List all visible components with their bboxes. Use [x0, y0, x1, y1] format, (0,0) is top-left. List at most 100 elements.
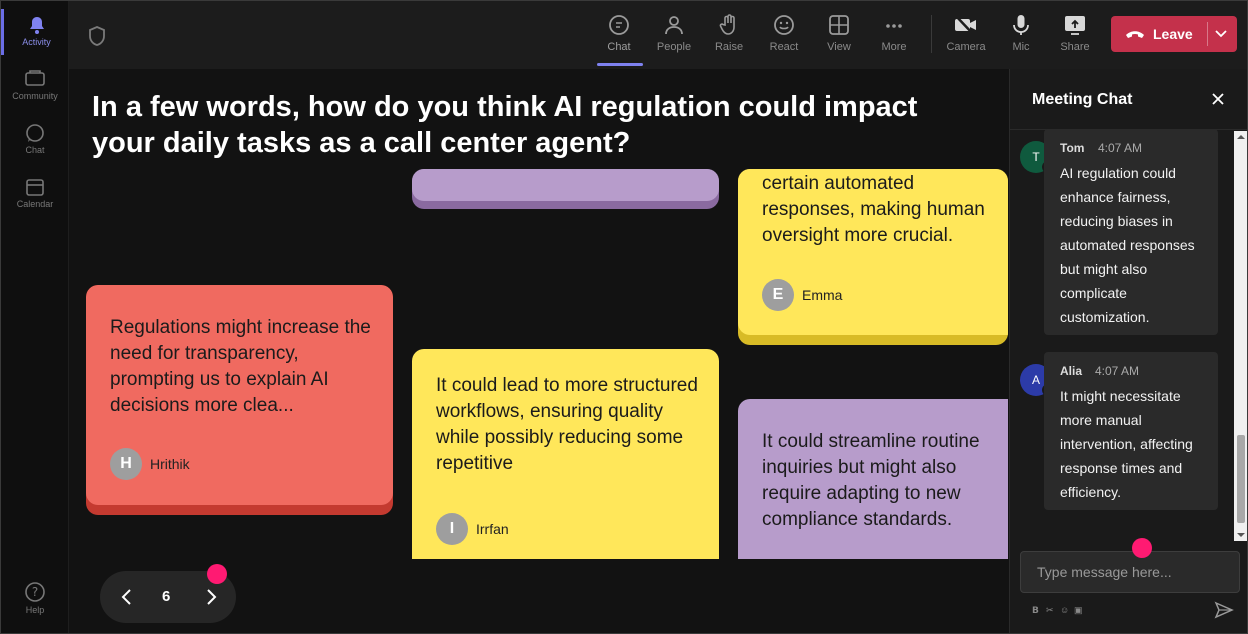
card-face [412, 169, 719, 201]
emoji-icon[interactable]: ☺ [1060, 605, 1069, 615]
card-author: H Hrithik [110, 448, 190, 480]
chat-title: Meeting Chat [1032, 91, 1133, 108]
card-author: E Emma [762, 279, 842, 311]
notification-dot [207, 564, 227, 584]
leave-label: Leave [1153, 26, 1193, 42]
response-card[interactable] [412, 169, 719, 209]
rail-item-help[interactable]: ? Help [1, 575, 69, 621]
toolbar-share-button[interactable]: Share [1050, 9, 1100, 61]
response-card[interactable]: It could streamline routine inquiries bu… [738, 399, 1008, 559]
shield-icon[interactable] [87, 25, 107, 47]
rail-item-community[interactable]: Community [1, 63, 69, 109]
notification-dot [1132, 538, 1152, 558]
avatar: H [110, 448, 142, 480]
toolbar-label: Share [1060, 41, 1090, 53]
toolbar-label: More [881, 41, 907, 53]
scroll-up-arrow[interactable] [1237, 133, 1245, 141]
rail-label: Calendar [16, 199, 54, 209]
rail-item-activity[interactable]: Activity [1, 9, 69, 55]
chat-icon [26, 124, 44, 142]
toolbar-label: People [656, 41, 692, 53]
chevron-down-icon[interactable] [1213, 27, 1229, 41]
leave-button[interactable]: Leave [1111, 16, 1237, 52]
message-time: 4:07 AM [1098, 141, 1143, 155]
grid-view-icon [829, 15, 849, 35]
people-icon [665, 16, 683, 35]
send-icon[interactable] [1214, 601, 1234, 619]
toolbar-label: Mic [1012, 41, 1030, 53]
response-card[interactable]: Regulations might increase the need for … [86, 285, 393, 515]
hang-up-icon [1126, 31, 1144, 38]
camera-off-icon [955, 15, 976, 35]
community-icon [25, 70, 45, 86]
author-name: Emma [802, 287, 843, 303]
rail-item-chat[interactable]: Chat [1, 117, 69, 163]
toolbar-divider [931, 15, 932, 53]
scroll-thumb[interactable] [1237, 435, 1245, 523]
mic-icon [1013, 15, 1029, 35]
meeting-toolbar: Chat People Raise React View More Camera [69, 1, 1247, 69]
response-card[interactable]: certain automated responses, making huma… [738, 169, 1008, 345]
toolbar-people-button[interactable]: People [649, 9, 699, 61]
app-rail: Activity Community Chat Calendar ? Help [1, 1, 69, 633]
toolbar-raise-button[interactable]: Raise [704, 9, 754, 61]
avatar: I [436, 513, 468, 545]
toolbar-label: Raise [714, 41, 744, 53]
calendar-icon [26, 179, 44, 196]
rail-label: Community [12, 91, 58, 101]
card-text: It could streamline routine inquiries bu… [762, 431, 980, 530]
more-icon [886, 24, 902, 28]
close-icon[interactable] [1210, 91, 1226, 107]
rail-label: Activity [22, 37, 51, 47]
svg-text:?: ? [32, 585, 38, 599]
card-text: It could lead to more structured workflo… [436, 375, 698, 474]
message-text: It might necessitate more manual interve… [1060, 388, 1193, 500]
avatar-initial: T [1032, 150, 1040, 164]
chat-message: Tom 4:07 AM AI regulation could enhance … [1044, 129, 1218, 335]
toolbar-chat-button[interactable]: Chat [594, 9, 644, 61]
toolbar-label: Chat [607, 41, 631, 53]
card-text: certain automated responses, making huma… [762, 173, 985, 246]
bell-icon [29, 17, 44, 34]
share-screen-icon [1065, 16, 1085, 35]
bold-icon[interactable]: 𝗕 [1032, 605, 1039, 616]
presentation-stage: In a few words, how do you think AI regu… [69, 69, 1009, 633]
card-face: Regulations might increase the need for … [86, 285, 393, 505]
sender-name: Alia [1060, 364, 1083, 378]
author-name: Hrithik [150, 456, 190, 472]
rail-item-calendar[interactable]: Calendar [1, 171, 69, 217]
toolbar-react-button[interactable]: React [759, 9, 809, 61]
avatar-initial: A [1031, 373, 1040, 387]
rail-label: Help [25, 605, 45, 615]
toolbar-label: View [827, 41, 851, 53]
sender-name: Tom [1060, 141, 1085, 155]
chat-message: Alia 4:07 AM It might necessitate more m… [1044, 352, 1218, 510]
chat-icon [609, 15, 629, 35]
chat-message-input[interactable] [1020, 551, 1240, 593]
leave-divider [1207, 22, 1208, 46]
meeting-chat-panel: Meeting Chat T Tom 4:07 AM AI regulation… [1009, 69, 1247, 633]
gif-icon[interactable]: ▣ [1074, 605, 1083, 616]
card-face: certain automated responses, making huma… [738, 169, 1008, 335]
smile-icon [774, 15, 794, 35]
chevron-left-icon[interactable] [118, 587, 136, 607]
toolbar-view-button[interactable]: View [814, 9, 864, 61]
poll-question: In a few words, how do you think AI regu… [92, 91, 918, 159]
chevron-right-icon[interactable] [202, 587, 220, 607]
attach-icon[interactable]: ✂ [1046, 605, 1054, 616]
page-number: 6 [162, 588, 171, 605]
toolbar-label: Camera [946, 41, 986, 53]
card-text: Regulations might increase the need for … [110, 317, 371, 416]
message-time: 4:07 AM [1095, 364, 1140, 378]
avatar: E [762, 279, 794, 311]
scroll-down-arrow[interactable] [1237, 531, 1245, 539]
toolbar-camera-button[interactable]: Camera [941, 9, 991, 61]
hand-icon [719, 14, 735, 35]
toolbar-label: React [769, 41, 799, 53]
toolbar-more-button[interactable]: More [869, 9, 919, 61]
teams-meeting-window: Activity Community Chat Calendar ? Help … [0, 0, 1248, 634]
rail-label: Chat [25, 145, 45, 155]
toolbar-mic-button[interactable]: Mic [996, 9, 1046, 61]
active-tab-indicator [597, 63, 643, 66]
response-card[interactable]: It could lead to more structured workflo… [412, 349, 719, 559]
